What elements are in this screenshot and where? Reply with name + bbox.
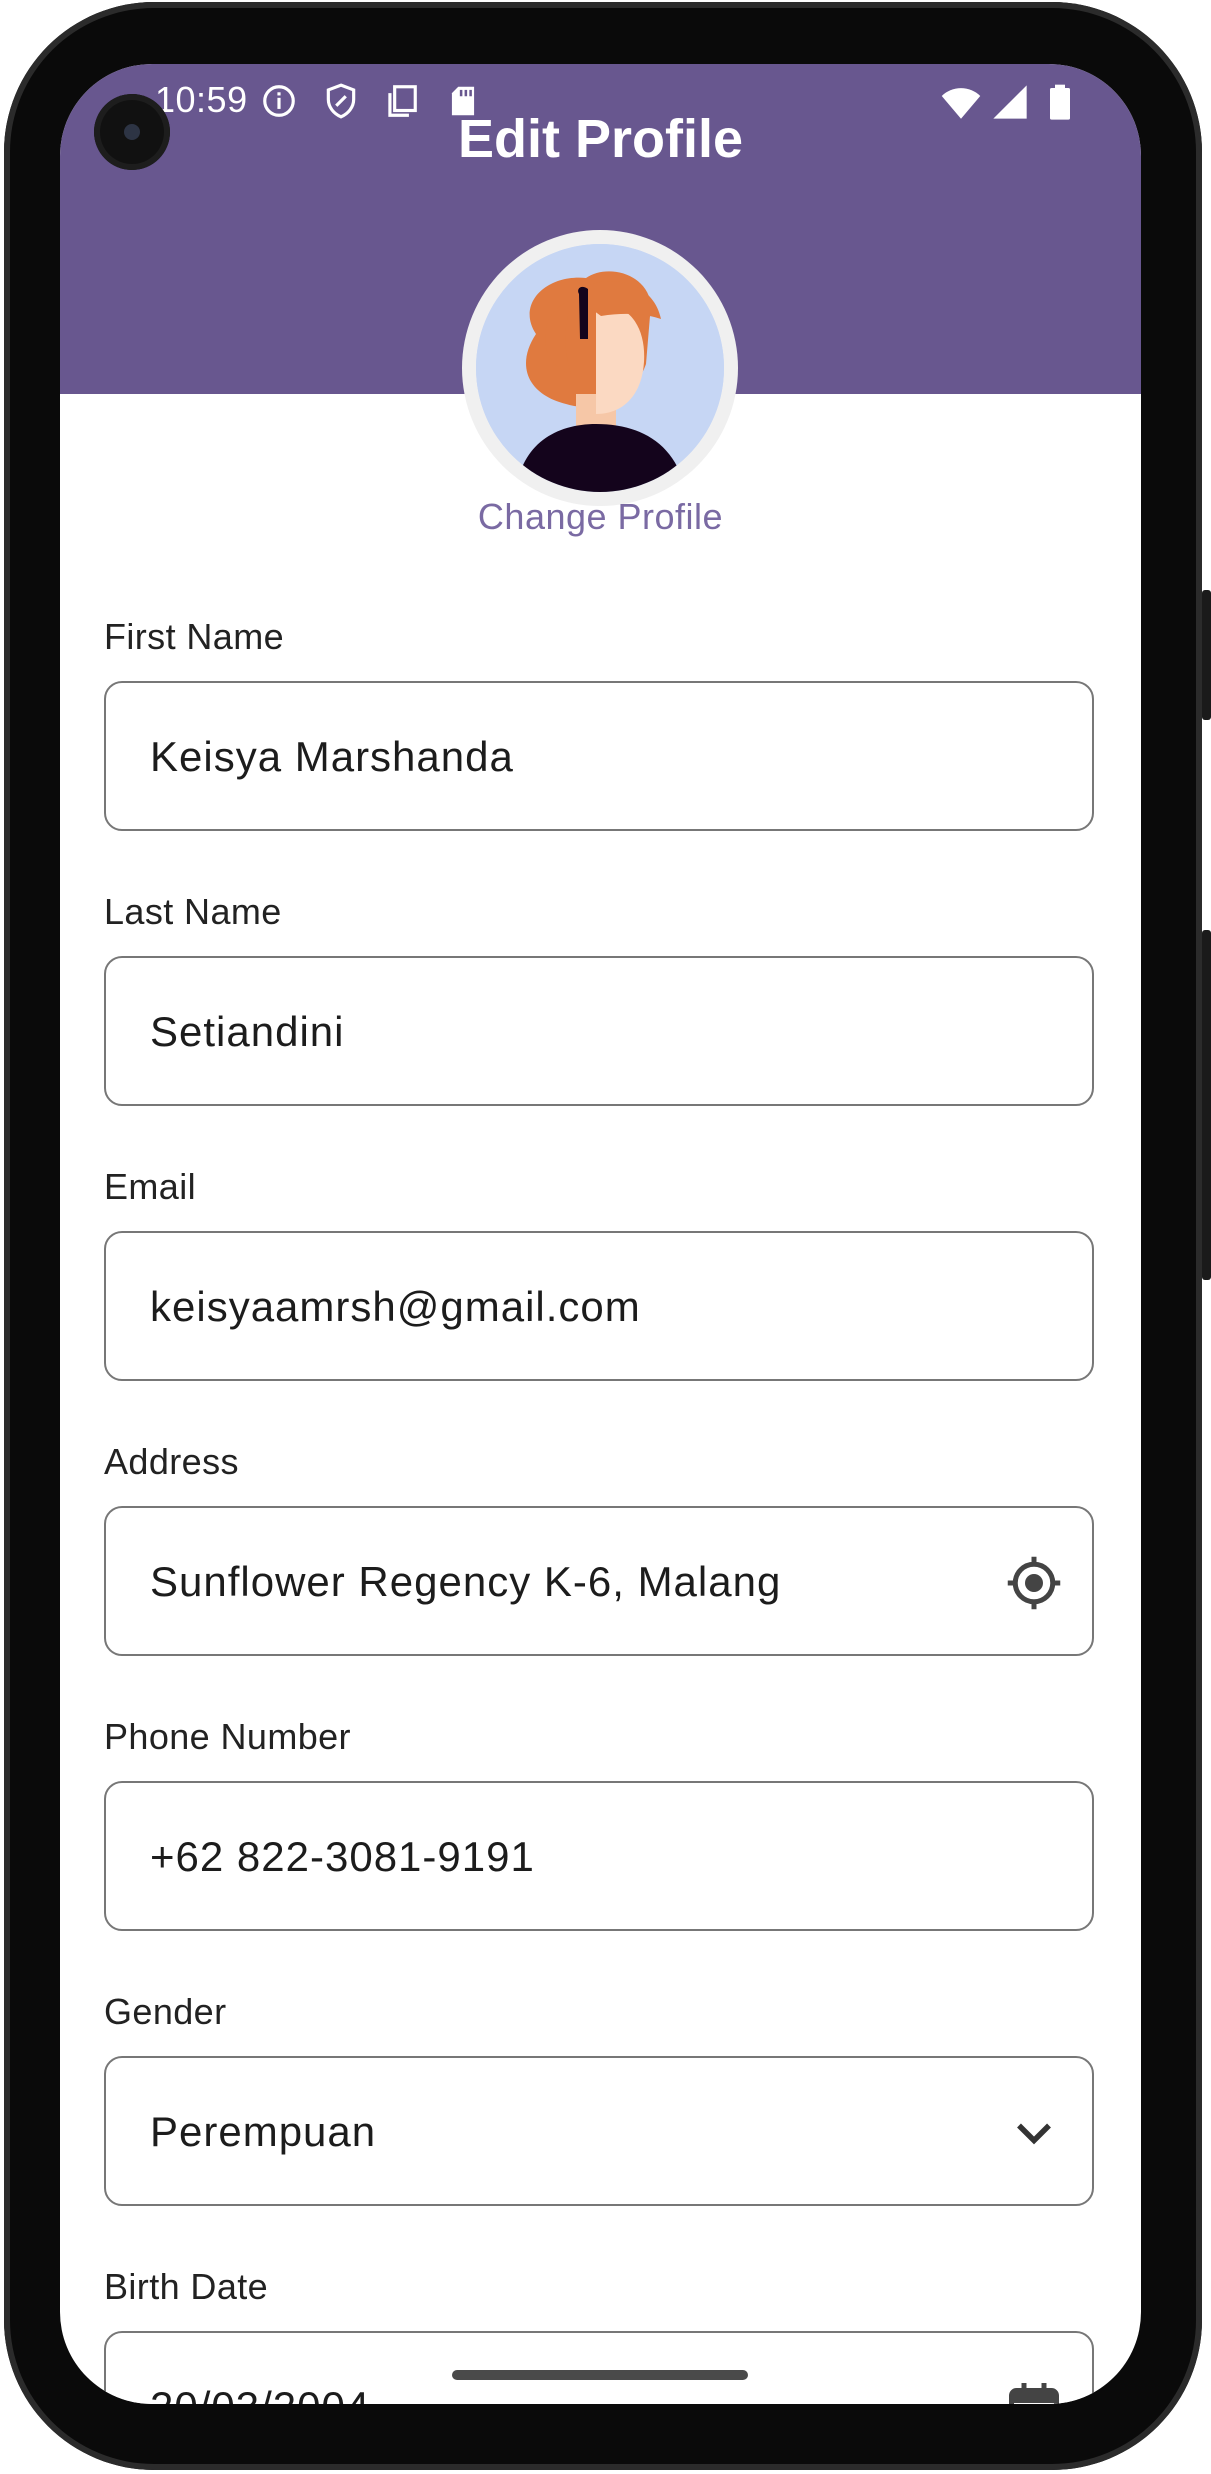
phone-value: +62 822-3081-9191 xyxy=(150,1833,535,1880)
device-frame: 10:59 Edit Profile Change Profile First … xyxy=(0,0,1211,2474)
last-name-label: Last Name xyxy=(104,891,282,932)
profile-avatar[interactable] xyxy=(462,230,738,506)
phone-field[interactable]: +62 822-3081-9191 xyxy=(104,1781,1094,1931)
email-field[interactable]: keisyaamrsh@gmail.com xyxy=(104,1231,1094,1381)
gender-label: Gender xyxy=(104,1991,227,2032)
last-name-field[interactable]: Setiandini xyxy=(104,956,1094,1106)
birth-date-label: Birth Date xyxy=(104,2266,269,2307)
front-camera xyxy=(94,94,170,170)
volume-button xyxy=(1202,930,1211,1280)
power-button xyxy=(1202,590,1211,720)
first-name-value: Keisya Marshanda xyxy=(150,733,514,780)
location-target-icon[interactable] xyxy=(1004,1553,1064,1613)
gender-value: Perempuan xyxy=(150,2108,377,2155)
birth-date-field[interactable]: 20/03/2004 xyxy=(104,2331,1094,2404)
email-value: keisyaamrsh@gmail.com xyxy=(150,1283,641,1330)
app-screen: 10:59 Edit Profile Change Profile First … xyxy=(60,64,1141,2404)
email-label: Email xyxy=(104,1166,197,1207)
address-value: Sunflower Regency K-6, Malang xyxy=(150,1558,782,1605)
gender-select[interactable]: Perempuan xyxy=(104,2056,1094,2206)
birth-date-value: 20/03/2004 xyxy=(150,2383,370,2404)
change-profile-link[interactable]: Change Profile xyxy=(60,496,1141,538)
last-name-value: Setiandini xyxy=(150,1008,345,1055)
chevron-down-icon[interactable] xyxy=(1004,2103,1064,2163)
first-name-label: First Name xyxy=(104,616,285,657)
first-name-field[interactable]: Keisya Marshanda xyxy=(104,681,1094,831)
avatar-icon xyxy=(476,244,724,492)
address-label: Address xyxy=(104,1441,239,1482)
address-field[interactable]: Sunflower Regency K-6, Malang xyxy=(104,1506,1094,1656)
phone-label: Phone Number xyxy=(104,1716,351,1757)
calendar-icon[interactable] xyxy=(1004,2378,1064,2404)
page-title: Edit Profile xyxy=(457,109,744,169)
home-indicator[interactable] xyxy=(452,2370,748,2380)
